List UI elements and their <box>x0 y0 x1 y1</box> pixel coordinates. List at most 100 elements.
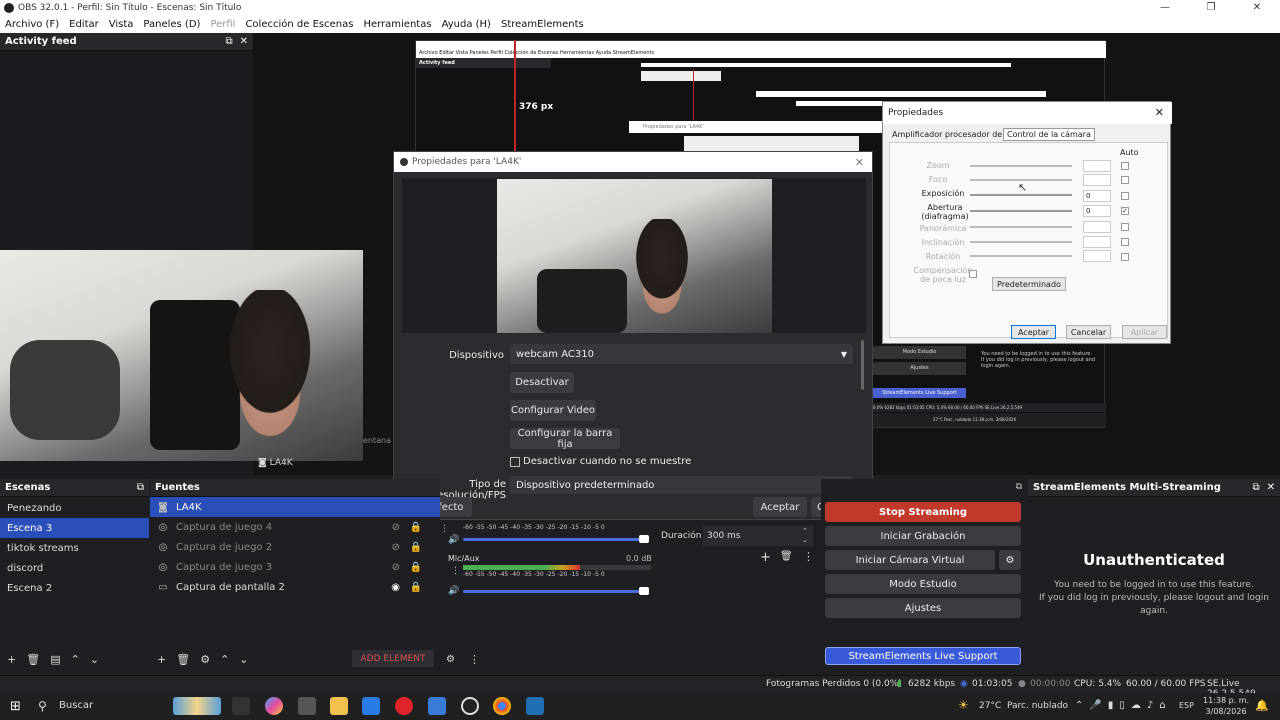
aperture-slider[interactable] <box>970 210 1072 212</box>
close-dock-icon[interactable]: ✕ <box>1267 482 1275 493</box>
menu-docks[interactable]: Paneles (D) <box>138 19 205 30</box>
pan-slider[interactable] <box>970 226 1072 228</box>
spin-arrows-icon[interactable]: ⌃ ⌄ <box>802 527 808 545</box>
source-item[interactable]: ◎ Captura de juego 3 ⊘ 🔒 <box>150 557 440 577</box>
add-icon[interactable]: + <box>760 550 771 565</box>
configure-crossbar-button[interactable]: Configurar la barra fija <box>510 428 620 450</box>
menu-file[interactable]: Archivo (F) <box>0 19 64 30</box>
close-dock-icon[interactable]: ✕ <box>240 36 248 47</box>
menu-scene-collection[interactable]: Colección de Escenas <box>240 19 358 30</box>
volume-icon[interactable]: 🔊 <box>448 535 459 545</box>
notifications-icon[interactable]: 🔔 <box>1255 699 1269 712</box>
hidden-eye-icon[interactable]: ⊘ <box>392 522 400 533</box>
trash-icon[interactable]: 🗑 <box>780 551 793 562</box>
exposure-value[interactable]: 0 <box>1083 190 1111 202</box>
hidden-eye-icon[interactable]: ⊘ <box>392 562 400 573</box>
windows-start-icon[interactable]: ⊞ <box>10 699 21 714</box>
cam-cancel-button[interactable]: Cancelar <box>1066 325 1111 339</box>
move-up-icon[interactable]: ⌃ <box>220 653 229 666</box>
task-view-icon[interactable] <box>232 697 250 715</box>
volume-slider-handle[interactable] <box>639 535 649 543</box>
start-recording-button[interactable]: Iniciar Grabación <box>825 526 1021 546</box>
more-options-icon[interactable]: ⋮ <box>803 550 814 563</box>
source-item[interactable]: ▭ Captura de pantalla 2 ◉ 🔒 <box>150 577 440 597</box>
undock-icon[interactable]: ⧉ <box>137 482 144 493</box>
trash-icon[interactable]: 🗑 <box>26 653 40 666</box>
camera-app-icon[interactable] <box>298 697 316 715</box>
close-icon[interactable]: ✕ <box>855 156 872 169</box>
deactivate-when-hidden-checkbox[interactable] <box>510 457 520 467</box>
filter-icon[interactable]: ▤ <box>50 653 60 666</box>
weather-icon[interactable]: ☀ <box>958 698 969 712</box>
tilt-auto-checkbox[interactable] <box>1121 238 1129 246</box>
menu-profile[interactable]: Perfil <box>205 19 240 30</box>
deactivate-button[interactable]: Desactivar <box>510 372 574 393</box>
mixer-settings-icon[interactable]: ⚙ <box>446 654 455 665</box>
device-select[interactable]: webcam AC310 ▼ <box>510 344 853 364</box>
more-options-icon[interactable]: ⋮ <box>451 566 460 576</box>
scene-item-selected[interactable]: Escena 3 <box>0 518 149 538</box>
duration-input[interactable]: 300 ms <box>703 526 813 546</box>
taskbar-search[interactable]: Buscar <box>59 700 93 711</box>
aperture-value[interactable]: 0 <box>1083 205 1111 217</box>
webcam-source[interactable] <box>0 250 363 461</box>
exposure-slider[interactable] <box>970 194 1072 196</box>
menu-streamelements[interactable]: StreamElements <box>496 19 589 30</box>
copilot-icon[interactable] <box>265 697 283 715</box>
lock-icon[interactable]: 🔒 <box>410 562 422 573</box>
cam-accept-button[interactable]: Aceptar <box>1011 325 1056 339</box>
pan-value[interactable] <box>1083 221 1111 233</box>
add-element-button[interactable]: ADD ELEMENT <box>352 650 434 667</box>
eye-icon[interactable]: ◉ <box>391 582 400 593</box>
maximize-button[interactable]: ❐ <box>1188 0 1234 16</box>
lock-icon[interactable]: 🔒 <box>410 542 422 553</box>
undock-icon[interactable]: ⧉ <box>225 36 232 47</box>
undock-icon[interactable]: ⧉ <box>1016 482 1022 492</box>
stop-streaming-button[interactable]: Stop Streaming <box>825 502 1021 522</box>
language-indicator[interactable]: ESP <box>1179 701 1194 710</box>
roll-auto-checkbox[interactable] <box>1121 253 1129 261</box>
menu-edit[interactable]: Editar <box>64 19 104 30</box>
landscape-widget-icon[interactable] <box>173 697 221 715</box>
add-icon[interactable]: + <box>7 653 16 666</box>
mic-volume-slider[interactable] <box>463 590 648 593</box>
roll-value[interactable] <box>1083 250 1111 262</box>
settings-button[interactable]: Ajustes <box>825 598 1021 618</box>
focus-auto-checkbox[interactable] <box>1121 176 1129 184</box>
trash-icon[interactable]: 🗑 <box>176 653 190 666</box>
menu-view[interactable]: Vista <box>104 19 139 30</box>
close-icon[interactable]: ✕ <box>1155 102 1164 124</box>
configure-video-button[interactable]: Configurar Video <box>510 400 596 421</box>
source-item[interactable]: ◎ Captura de juego 2 ⊘ 🔒 <box>150 537 440 557</box>
source-item[interactable]: ◎ Captura de juego 4 ⊘ 🔒 <box>150 517 440 537</box>
lock-icon[interactable]: 🔒 <box>410 582 422 593</box>
live-support-button[interactable]: StreamElements Live Support <box>825 647 1021 665</box>
opera-icon[interactable] <box>395 697 413 715</box>
exposure-auto-checkbox[interactable] <box>1121 192 1129 200</box>
outlook-icon[interactable] <box>362 697 380 715</box>
gear-icon[interactable]: ⚙ <box>200 653 210 666</box>
search-icon[interactable]: ⚲ <box>38 699 47 713</box>
zoom-value[interactable] <box>1083 160 1111 172</box>
resolution-select[interactable]: Dispositivo predeterminado ▼ <box>510 476 853 494</box>
move-up-icon[interactable]: ⌃ <box>71 653 80 666</box>
cam-apply-button[interactable]: Aplicar <box>1122 325 1167 339</box>
obs-taskbar-icon[interactable] <box>461 697 479 715</box>
scrollbar[interactable] <box>861 340 864 390</box>
pan-auto-checkbox[interactable] <box>1121 223 1129 231</box>
gear-icon[interactable]: ⚙ <box>999 550 1021 570</box>
accept-button[interactable]: Aceptar <box>753 497 807 517</box>
hidden-eye-icon[interactable]: ⊘ <box>392 542 400 553</box>
menu-help[interactable]: Ayuda (H) <box>437 19 496 30</box>
mic-volume-handle[interactable] <box>639 587 649 595</box>
more-options-icon[interactable]: ⋮ <box>469 653 480 666</box>
more-options-icon[interactable]: ⋮ <box>440 524 452 534</box>
default-button[interactable]: Predeterminado <box>992 277 1066 291</box>
low-light-checkbox[interactable] <box>969 270 977 278</box>
tab-camera-control[interactable]: Control de la cámara <box>1003 128 1095 141</box>
calendar-icon[interactable] <box>428 697 446 715</box>
source-item[interactable]: ◙ LA4K <box>150 497 440 517</box>
app-icon[interactable] <box>526 697 544 715</box>
roll-slider[interactable] <box>970 255 1072 257</box>
tilt-slider[interactable] <box>970 241 1072 243</box>
